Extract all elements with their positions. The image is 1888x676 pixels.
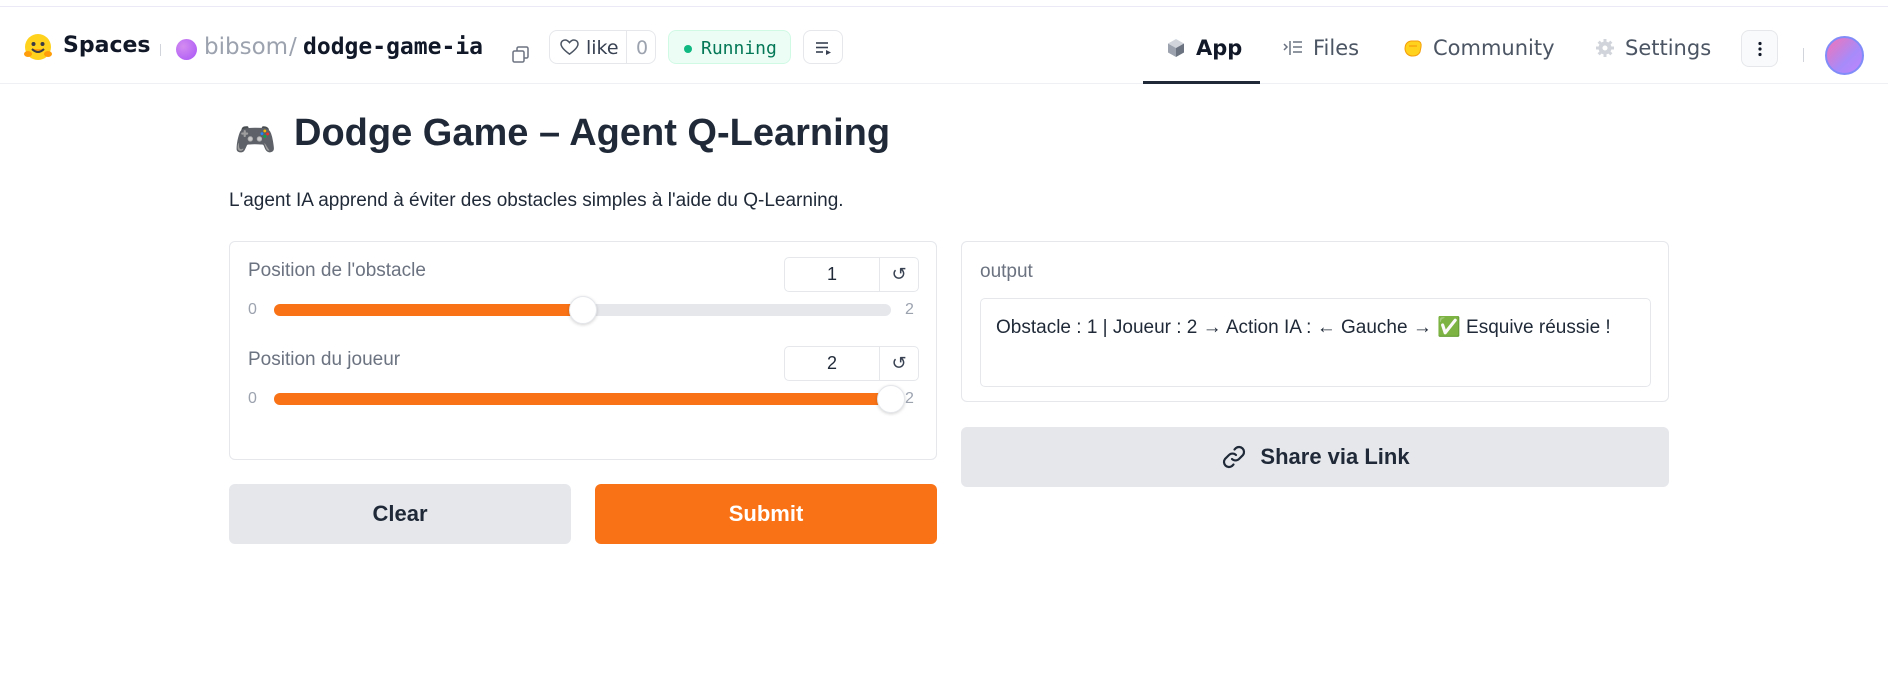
cube-icon	[1168, 39, 1184, 57]
files-icon	[1283, 41, 1302, 55]
player-reset-button[interactable]: ↺	[879, 346, 919, 381]
list-play-icon	[816, 42, 831, 55]
status-dot-icon	[684, 45, 692, 53]
owner-avatar[interactable]	[176, 39, 197, 60]
player-slider[interactable]	[274, 385, 905, 413]
hugging-face-logo-icon[interactable]	[23, 32, 53, 62]
like-button[interactable]: like 0	[549, 30, 656, 64]
link-icon	[1223, 445, 1246, 469]
tab-settings[interactable]: Settings	[1594, 32, 1711, 64]
heart-icon	[560, 39, 579, 56]
vertical-dots-icon	[1758, 41, 1762, 57]
path-separator: /	[289, 34, 297, 60]
clear-button[interactable]: Clear	[229, 484, 571, 544]
active-tab-indicator	[1143, 81, 1260, 84]
player-slider-thumb[interactable]	[877, 385, 905, 413]
player-range-max: 2	[905, 390, 914, 407]
like-label: like	[586, 37, 619, 59]
obstacle-number-input[interactable]: 1	[784, 257, 880, 292]
player-slider-label: Position du joueur	[248, 349, 401, 370]
top-header: Spaces bibsom / dodge-game-ia like 0 Run…	[0, 8, 1888, 84]
copy-icon[interactable]	[512, 46, 529, 63]
header-divider	[160, 44, 161, 56]
tab-app-label: App	[1196, 36, 1243, 60]
obstacle-slider-thumb[interactable]	[568, 296, 597, 324]
tab-settings-label: Settings	[1625, 36, 1712, 60]
owner-link[interactable]: bibsom	[204, 34, 288, 60]
spaces-brand-link[interactable]: Spaces	[63, 33, 151, 58]
inputs-panel: Position de l'obstacle 1 ↺ 0 2 Position …	[229, 241, 937, 460]
repo-name-link[interactable]: dodge-game-ia	[303, 34, 483, 60]
tab-files-label: Files	[1313, 36, 1360, 60]
status-label: Running	[701, 38, 777, 59]
obstacle-slider-label: Position de l'obstacle	[248, 260, 426, 281]
output-label: output	[980, 261, 1033, 282]
tab-app[interactable]: App	[1165, 32, 1242, 64]
obstacle-slider-fill	[274, 304, 583, 316]
obstacle-range-max: 2	[905, 301, 914, 318]
user-avatar[interactable]	[1825, 36, 1864, 75]
output-panel: output Obstacle : 1 | Joueur : 2 → Actio…	[961, 241, 1669, 402]
like-divider	[626, 31, 627, 63]
like-count[interactable]: 0	[636, 37, 648, 59]
gamepad-icon: 🎮	[234, 120, 277, 160]
status-badge[interactable]: Running	[668, 30, 791, 64]
tab-community-label: Community	[1433, 36, 1555, 60]
player-slider-fill	[274, 393, 891, 405]
logs-button[interactable]	[803, 30, 843, 64]
more-options-button[interactable]	[1741, 30, 1778, 67]
tab-files[interactable]: Files	[1282, 32, 1359, 64]
top-border	[0, 0, 1888, 7]
gear-icon	[1596, 39, 1614, 57]
player-number-input[interactable]: 2	[784, 346, 880, 381]
community-hands-icon	[1404, 40, 1422, 57]
page-description: L'agent IA apprend à éviter des obstacle…	[229, 190, 844, 211]
tab-community[interactable]: Community	[1402, 32, 1555, 64]
page-title: Dodge Game – Agent Q-Learning	[294, 112, 891, 154]
player-range-min: 0	[248, 390, 257, 407]
obstacle-slider[interactable]	[274, 296, 891, 324]
obstacle-reset-button[interactable]: ↺	[879, 257, 919, 292]
obstacle-range-min: 0	[248, 301, 257, 318]
submit-button[interactable]: Submit	[595, 484, 937, 544]
output-textbox[interactable]: Obstacle : 1 | Joueur : 2 → Action IA : …	[980, 298, 1651, 387]
header-divider-right	[1803, 48, 1804, 62]
share-link-button[interactable]: Share via Link	[961, 427, 1669, 487]
share-link-label: Share via Link	[1260, 444, 1410, 469]
